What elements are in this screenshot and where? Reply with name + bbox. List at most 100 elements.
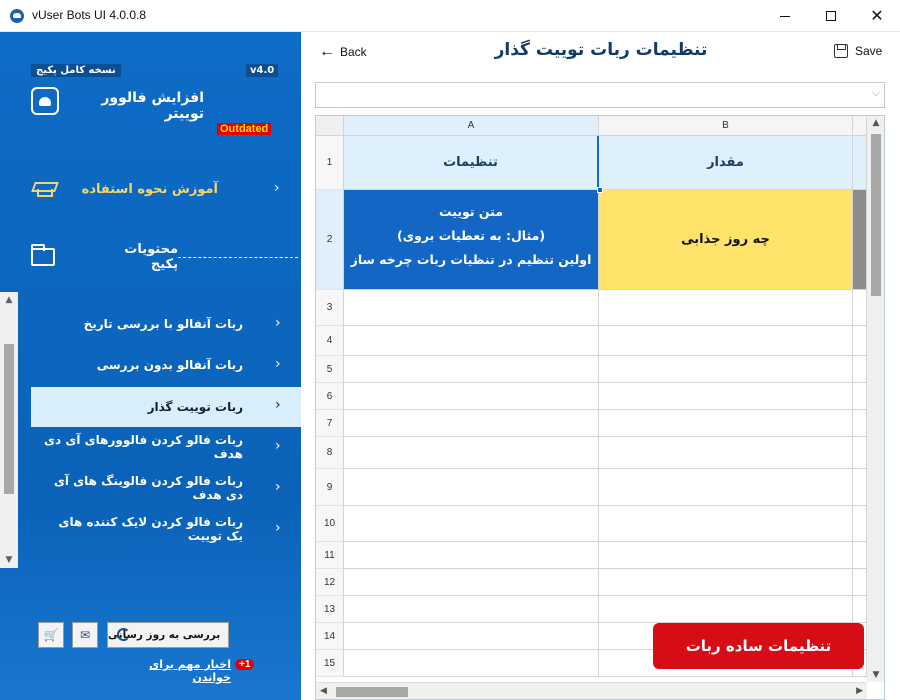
back-button[interactable]: ← Back xyxy=(319,44,367,60)
scroll-up-icon[interactable]: ▲ xyxy=(0,292,18,308)
sidebar-item-tweet-bot[interactable]: ربات توییت گذار › xyxy=(31,387,301,427)
chevron-right-icon: › xyxy=(275,479,281,495)
grid-cell[interactable] xyxy=(599,326,853,356)
grid-cell[interactable] xyxy=(599,383,853,410)
grid-cell[interactable] xyxy=(599,506,853,542)
sidebar-item-follow-followings[interactable]: ربات فالو کردن فالوینگ های آی دی هدف › xyxy=(31,469,301,507)
tweet-text-setting-cell[interactable]: متن توییت (مثال: به تعطیات بروی) اولین ت… xyxy=(344,190,599,290)
sidebar-item-follow-followers[interactable]: ربات فالو کردن فالوورهای آی دی هدف › xyxy=(31,428,301,466)
grid-cell[interactable] xyxy=(853,383,867,410)
grid-cell[interactable] xyxy=(344,410,599,437)
close-button[interactable]: ✕ xyxy=(854,0,900,32)
grid-cell[interactable] xyxy=(599,569,853,596)
grid-cell[interactable] xyxy=(599,437,853,469)
minimize-button[interactable] xyxy=(762,0,808,32)
settings-header-cell[interactable]: تنظیمات xyxy=(344,136,599,190)
row-header-11[interactable]: 11 xyxy=(316,542,344,569)
grid-cell[interactable] xyxy=(344,383,599,410)
grid-cell[interactable] xyxy=(599,469,853,506)
grid-cell[interactable] xyxy=(853,437,867,469)
chevron-right-icon: › xyxy=(275,520,281,536)
grid-cell[interactable] xyxy=(344,623,599,650)
save-button[interactable]: Save xyxy=(834,44,882,58)
bot-selector-dropdown[interactable]: ⌵ xyxy=(315,82,885,108)
column-header-c[interactable] xyxy=(853,116,867,136)
column-header-b[interactable]: B xyxy=(599,116,853,136)
grid-cell[interactable] xyxy=(344,569,599,596)
grid-cell[interactable] xyxy=(344,290,599,326)
row-header-7[interactable]: 7 xyxy=(316,410,344,437)
scroll-down-icon[interactable]: ▼ xyxy=(867,670,884,680)
row-header-5[interactable]: 5 xyxy=(316,356,344,383)
scroll-left-icon[interactable]: ◀ xyxy=(320,686,327,696)
grid-cell[interactable] xyxy=(344,437,599,469)
row-header-1[interactable]: 1 xyxy=(316,136,344,190)
grid-cell[interactable] xyxy=(344,596,599,623)
grid-cell[interactable] xyxy=(853,290,867,326)
grid-vertical-scrollbar[interactable]: ▲ ▼ xyxy=(867,116,884,682)
contact-button[interactable]: ✉ xyxy=(72,622,98,648)
grid-cell[interactable] xyxy=(853,326,867,356)
grid-horizontal-scrollbar[interactable]: ◀ ▶ xyxy=(316,682,867,699)
grid-cell[interactable] xyxy=(344,356,599,383)
row-header-4[interactable]: 4 xyxy=(316,326,344,356)
grid-corner[interactable] xyxy=(316,116,344,136)
row-header-3[interactable]: 3 xyxy=(316,290,344,326)
grid-cell[interactable] xyxy=(853,596,867,623)
scroll-thumb[interactable] xyxy=(871,134,881,296)
app-name: افزایش فالوور توییتر xyxy=(101,90,204,122)
row-header-15[interactable]: 15 xyxy=(316,650,344,677)
sidebar-item-unfollow-date[interactable]: ربات آنفالو با بررسی تاریخ › xyxy=(31,305,301,343)
setting-name-line: متن توییت xyxy=(438,204,503,219)
scroll-thumb[interactable] xyxy=(336,687,408,697)
grid-cell[interactable] xyxy=(599,596,853,623)
column-header-a[interactable]: A xyxy=(344,116,599,136)
settings-grid[interactable]: A B 1 تنظیمات مقدار 2 متن توییت (مثال: ب… xyxy=(315,115,885,700)
row-header-12[interactable]: 12 xyxy=(316,569,344,596)
grid-cell[interactable] xyxy=(344,650,599,677)
row-header-2[interactable]: 2 xyxy=(316,190,344,290)
tweet-text-value-cell[interactable]: چه روز جذابی xyxy=(599,190,853,290)
grid-cell[interactable] xyxy=(599,542,853,569)
scroll-thumb[interactable] xyxy=(4,344,14,494)
row-header-13[interactable]: 13 xyxy=(316,596,344,623)
sidebar-item-unfollow-simple[interactable]: ربات آنفالو بدون بررسی › xyxy=(31,346,301,384)
value-header-cell[interactable]: مقدار xyxy=(599,136,853,190)
chevron-right-icon: › xyxy=(275,397,281,413)
extra-header-cell[interactable] xyxy=(853,136,867,190)
scroll-down-icon[interactable]: ▼ xyxy=(0,552,18,568)
scroll-right-icon[interactable]: ▶ xyxy=(856,686,863,696)
row-header-14[interactable]: 14 xyxy=(316,623,344,650)
grid-cell[interactable] xyxy=(853,506,867,542)
row-header-6[interactable]: 6 xyxy=(316,383,344,410)
grid-cell[interactable] xyxy=(344,326,599,356)
sidebar-scrollbar[interactable]: ▲ ▼ xyxy=(0,292,18,568)
row-header-9[interactable]: 9 xyxy=(316,469,344,506)
scroll-up-icon[interactable]: ▲ xyxy=(867,118,884,128)
grid-cell[interactable] xyxy=(344,506,599,542)
close-icon: ✕ xyxy=(870,6,884,25)
tutorial-section[interactable]: آموزش نحوه استفاده › xyxy=(28,174,298,204)
row-header-10[interactable]: 10 xyxy=(316,506,344,542)
grid-cell[interactable] xyxy=(599,356,853,383)
grid-cell[interactable] xyxy=(853,542,867,569)
simple-settings-button[interactable]: تنظیمات ساده ربات xyxy=(653,623,864,669)
grid-cell[interactable] xyxy=(853,569,867,596)
check-update-button[interactable]: بررسی به روز رسانی xyxy=(107,622,229,648)
extra-data-cell[interactable] xyxy=(853,190,867,290)
news-link[interactable]: اخبار مهم برای خواندن xyxy=(125,658,231,684)
selection-handle[interactable] xyxy=(597,187,603,193)
mail-icon: ✉ xyxy=(79,628,91,642)
outdated-badge: Outdated xyxy=(217,123,272,135)
grid-cell[interactable] xyxy=(853,356,867,383)
grid-cell[interactable] xyxy=(599,410,853,437)
grid-cell[interactable] xyxy=(344,469,599,506)
grid-cell[interactable] xyxy=(853,469,867,506)
grid-cell[interactable] xyxy=(344,542,599,569)
grid-cell[interactable] xyxy=(853,410,867,437)
grid-cell[interactable] xyxy=(599,290,853,326)
maximize-button[interactable] xyxy=(808,0,854,32)
row-header-8[interactable]: 8 xyxy=(316,437,344,469)
sidebar-item-follow-likers[interactable]: ربات فالو کردن لایک کننده های یک توییت › xyxy=(31,510,301,548)
cart-button[interactable]: 🛒 xyxy=(38,622,64,648)
